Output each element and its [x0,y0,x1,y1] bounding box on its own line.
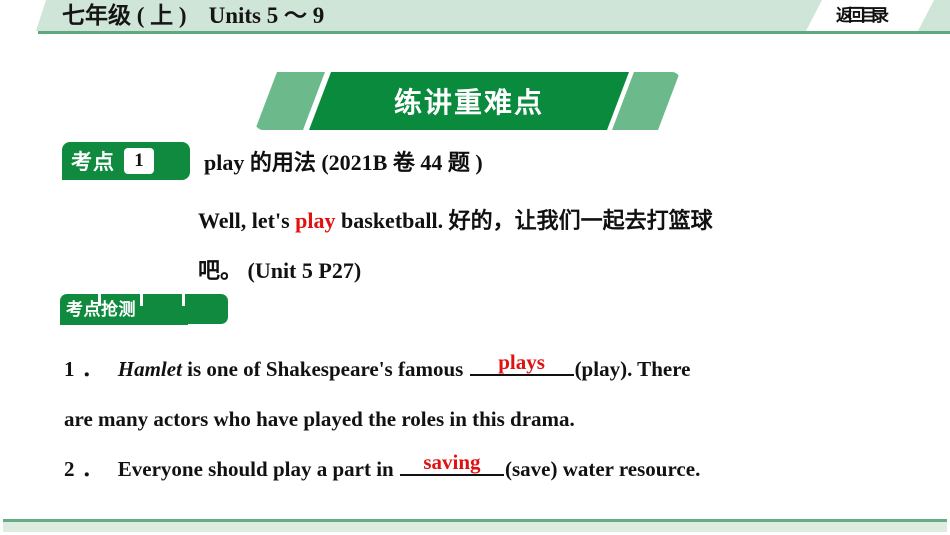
quiz-tab-label: 考点抢测 [66,300,136,319]
question-text-after: (play). There [574,357,691,381]
banner-title: 练讲重难点 [393,87,544,118]
example-text-before: Well, let's [198,208,296,233]
header-units-label: Units 5 ～ 9 [208,3,325,28]
example-highlight-word: play [295,208,336,233]
question-item: 1 ． Hamlet is one of Shakespeare's famous… [64,344,894,394]
header-rule [38,31,950,34]
key-point-badge: 考点 1 [62,142,190,180]
quiz-tab-divider [140,294,143,306]
answer-text: saving [423,450,481,474]
question-item: 2 ． Everyone should play a part in saving… [64,444,894,494]
quiz-tab-bar: 考点抢测 [60,294,228,324]
quiz-tab-divider [182,294,185,306]
question-italic-word: Hamlet [117,357,182,381]
question-number: 1 ． [64,357,104,381]
answer-blank[interactable]: plays [469,350,574,376]
section-banner: 练讲重难点 [255,72,680,130]
question-number: 2 ． [64,457,104,481]
answer-text: plays [498,350,545,374]
page-footer [3,519,947,532]
example-block: Well, let's play basketball. 好的，让我们一起去打篮… [198,196,898,296]
example-line-1: Well, let's play basketball. 好的，让我们一起去打篮… [198,196,898,246]
question-list: 1 ． Hamlet is one of Shakespeare's famous… [64,344,894,494]
key-point-badge-number: 1 [124,148,154,174]
example-line-2: 吧。 (Unit 5 P27) [198,258,362,283]
example-text-after: basketball. 好的，让我们一起去打篮球 [335,208,713,233]
question-text-after: (save) water resource. [504,457,701,481]
header-title: 七年级 ( 上 ) Units 5 ～ 9 [62,1,324,31]
answer-blank[interactable]: saving [399,450,504,476]
question-text-before: Everyone should play a part in [117,457,399,481]
key-point-heading: 考点 1 play 的用法 (2021B 卷 44 题 ) [62,142,483,180]
question-text-before: is one of Shakespeare's famous [181,357,469,381]
back-to-contents-button[interactable]: 返回目录 [836,2,889,30]
key-point-badge-label: 考点 [71,151,115,174]
header-grade-label: 七年级 ( 上 ) [62,3,187,28]
page-header: 七年级 ( 上 ) Units 5 ～ 9 返回目录 [0,0,950,34]
key-point-title: play 的用法 (2021B 卷 44 题 ) [204,150,483,175]
question-continuation: are many actors who have played the role… [64,407,575,431]
